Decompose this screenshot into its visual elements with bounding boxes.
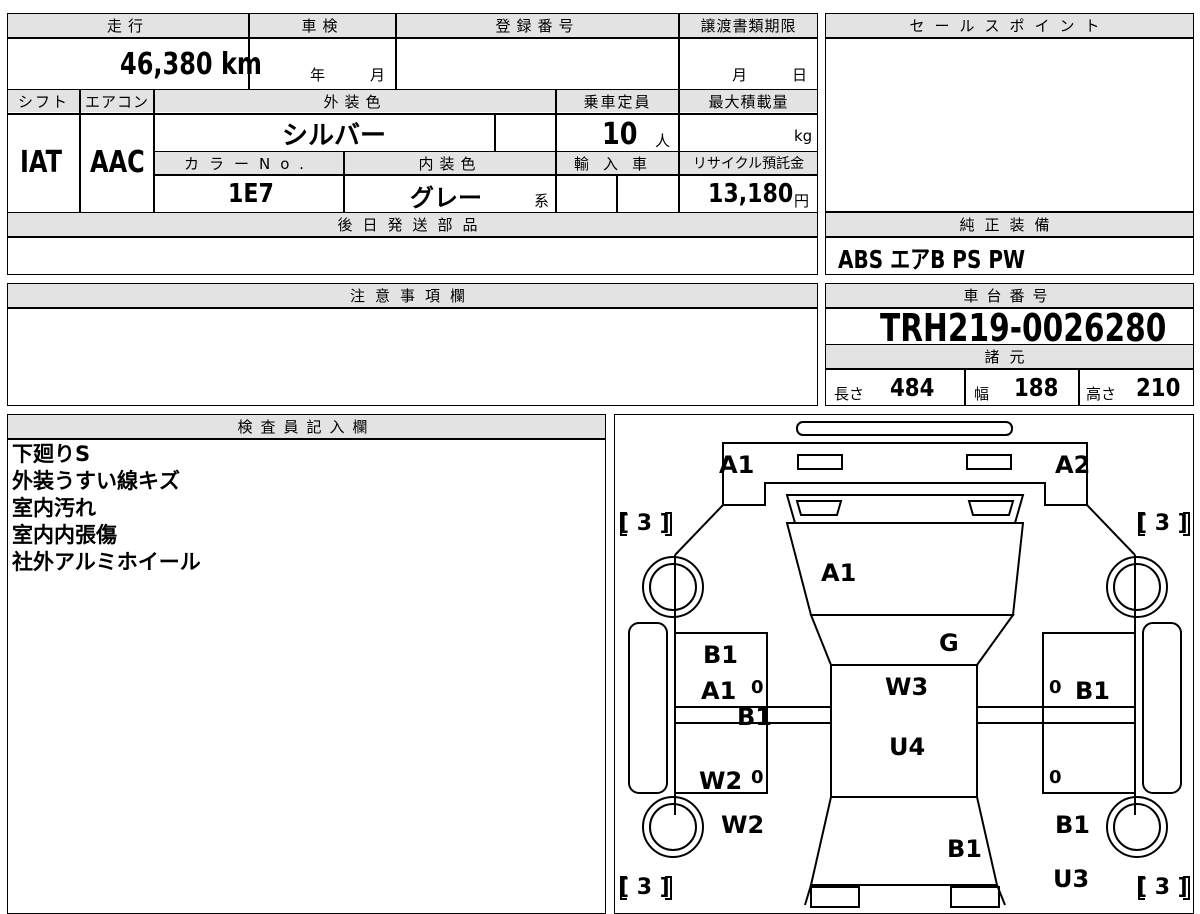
- mark-tread-rr: [ 3 ]: [1137, 875, 1188, 900]
- inspection-year-unit: 年: [310, 66, 326, 84]
- registration-header: 登録番号: [397, 14, 678, 37]
- mark-left-rear: W2: [721, 811, 765, 839]
- inspector-note: 社外アルミホイール: [12, 550, 201, 574]
- mark-roof-rear: U4: [889, 733, 926, 761]
- mark-right-bottom: U3: [1053, 865, 1090, 893]
- sales-point-header: セールスポイント: [826, 14, 1193, 37]
- mark-right-front-door: B1: [1075, 677, 1110, 705]
- notes-header: 注意事項欄: [8, 284, 817, 307]
- width-label: 幅: [974, 385, 990, 403]
- ac-value: AAC: [90, 145, 145, 180]
- inspector-note: 外装うすい線キズ: [12, 469, 180, 493]
- transfer-day-unit: 日: [792, 66, 808, 84]
- width-value: 188: [1014, 373, 1059, 402]
- equipment-header: 純正装備: [826, 213, 1193, 236]
- colorno-header: カラーNo.: [155, 152, 343, 174]
- load-unit: kg: [794, 127, 813, 145]
- capacity-header: 乗車定員: [557, 90, 678, 112]
- inspector-notes: 下廻りS 外装うすい線キズ 室内汚れ 室内内張傷 社外アルミホイール: [12, 441, 201, 576]
- exterior-value: シルバー: [282, 121, 387, 151]
- transfer-month-unit: 月: [732, 66, 748, 84]
- inspection-header: 車検: [250, 14, 395, 37]
- mileage-value: 46,380 km: [120, 47, 262, 82]
- load-header: 最大積載量: [680, 90, 817, 112]
- mark-zero: 0: [751, 767, 764, 788]
- mark-zero: 0: [751, 677, 764, 698]
- exterior-header: 外装色: [155, 90, 555, 112]
- inspector-note: 室内汚れ: [12, 496, 96, 520]
- recycle-unit: 円: [794, 192, 810, 210]
- later-parts-header: 後日発送部品: [8, 213, 817, 236]
- import-header: 輸入車: [557, 152, 678, 174]
- length-value: 484: [890, 373, 935, 402]
- mark-left-pillar: B1: [737, 703, 772, 731]
- colorno-value: 1E7: [228, 179, 274, 209]
- recycle-value: 13,180: [708, 179, 794, 209]
- mark-front-right: A2: [1055, 451, 1091, 479]
- chassis-header: 車台番号: [826, 284, 1193, 307]
- equipment-value: ABS エアB PS PW: [838, 245, 1026, 274]
- capacity-unit: 人: [655, 132, 671, 150]
- mark-tread-fr: [ 3 ]: [1137, 511, 1188, 536]
- mark-rear-center: B1: [947, 835, 982, 863]
- shift-value: IAT: [20, 145, 63, 180]
- ac-header: エアコン: [81, 90, 153, 112]
- inspection-month-unit: 月: [370, 66, 386, 84]
- mark-zero: 0: [1049, 767, 1062, 788]
- mileage-header: 走行: [8, 14, 248, 37]
- mark-zero: 0: [1049, 677, 1062, 698]
- mark-tread-fl: [ 3 ]: [619, 511, 670, 536]
- mark-tread-rl: [ 3 ]: [619, 875, 670, 900]
- length-label: 長さ: [834, 385, 865, 403]
- mark-front-left: A1: [719, 451, 755, 479]
- mark-left-rear-door: W2: [699, 767, 743, 795]
- mark-right-rear: B1: [1055, 811, 1090, 839]
- inspector-note: 室内内張傷: [12, 523, 117, 547]
- interior-suffix: 系: [534, 192, 550, 210]
- interior-value: グレー: [410, 184, 482, 212]
- specs-header: 諸元: [826, 345, 1193, 368]
- interior-header: 内装色: [345, 152, 555, 174]
- damage-diagram: A1 A2 [ 3 ] [ 3 ] [ 3 ] [ 3 ] A1 G B1 A1…: [614, 414, 1194, 914]
- height-label: 高さ: [1086, 385, 1117, 403]
- shift-header: シフト: [8, 90, 79, 112]
- height-value: 210: [1136, 373, 1181, 402]
- mark-hood: A1: [821, 559, 857, 587]
- inspector-header: 検査員記入欄: [8, 415, 605, 438]
- transfer-header: 譲渡書類期限: [680, 14, 817, 37]
- inspector-note: 下廻りS: [12, 442, 91, 466]
- mark-left-front-door-2: A1: [701, 677, 737, 705]
- mark-roof-front: W3: [885, 673, 929, 701]
- capacity-value: 10: [602, 117, 638, 152]
- recycle-header: リサイクル預託金: [680, 152, 817, 174]
- mark-windshield: G: [939, 629, 959, 657]
- sales-point-box: [825, 13, 1194, 212]
- vehicle-outline: [620, 421, 1190, 908]
- mark-left-front-door-1: B1: [703, 641, 738, 669]
